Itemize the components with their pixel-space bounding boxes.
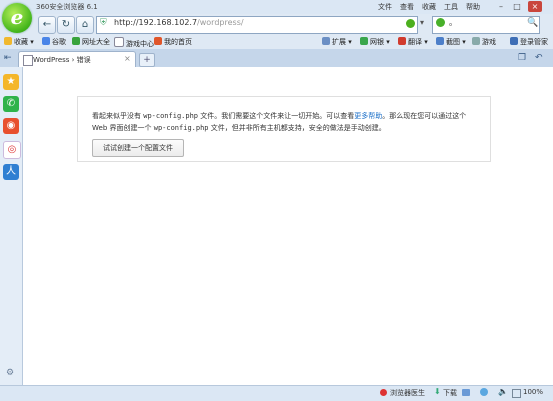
- google-icon: [42, 37, 50, 45]
- scissors-icon: [436, 37, 444, 45]
- bookmark-label: 网址大全: [82, 38, 110, 46]
- shield-icon: ⛨: [100, 18, 107, 28]
- network-icon[interactable]: [480, 388, 488, 396]
- toolbar-translate[interactable]: 翻译 ▾: [398, 37, 428, 47]
- minimize-button[interactable]: –: [494, 1, 508, 12]
- doctor-icon: [380, 389, 387, 396]
- browser-doctor[interactable]: 浏览器医生: [390, 388, 425, 398]
- toolbar-game[interactable]: 游戏: [472, 37, 496, 47]
- search-engine-icon[interactable]: [436, 18, 445, 27]
- bookmark-label: 我的首页: [164, 38, 192, 46]
- home-page-icon: [154, 37, 162, 45]
- page-icon: [114, 37, 124, 47]
- menu-tools[interactable]: 工具: [444, 2, 458, 12]
- new-tab-button[interactable]: +: [139, 53, 155, 67]
- create-config-button[interactable]: 试试创建一个配置文件: [92, 139, 184, 157]
- close-button[interactable]: ×: [528, 1, 542, 12]
- address-dropdown-icon[interactable]: ▾: [420, 18, 424, 27]
- search-icon[interactable]: 🔍: [527, 18, 538, 28]
- toolbar-label: 扩展: [332, 38, 346, 46]
- refresh-button[interactable]: ↻: [57, 16, 75, 34]
- menu-help[interactable]: 帮助: [466, 2, 480, 12]
- home-button[interactable]: ⌂: [76, 16, 94, 34]
- back-button[interactable]: ←: [38, 16, 56, 34]
- bookmark-label: 谷歌: [52, 38, 66, 46]
- maximize-button[interactable]: □: [510, 1, 524, 12]
- fit-icon[interactable]: [512, 389, 521, 398]
- bookmark-hao123[interactable]: 网址大全: [72, 37, 110, 47]
- bookmark-label: 收藏: [14, 38, 28, 46]
- undo-close-icon[interactable]: ↶: [535, 53, 543, 63]
- favorites-star-icon[interactable]: ★: [3, 74, 19, 90]
- window-title: 360安全浏览器 6.1: [36, 3, 98, 11]
- bookmark-home[interactable]: 我的首页: [154, 37, 192, 47]
- search-value: 。: [449, 18, 457, 27]
- target-icon[interactable]: ◎: [3, 141, 21, 159]
- bookmark-label: 游戏中心: [126, 40, 154, 48]
- message-text: 看起来似乎没有: [92, 112, 141, 120]
- sidebar-toggle-icon[interactable]: ⇤: [4, 53, 12, 63]
- weibo-icon[interactable]: ◉: [3, 118, 19, 134]
- settings-icon[interactable]: ⚙: [6, 368, 14, 378]
- message-text: 文件。我们需要这个文件来让一切开始。可以查看: [200, 112, 355, 120]
- address-host: http://192.168.102.7: [114, 18, 198, 27]
- translate-icon: [398, 37, 406, 45]
- page-icon: [23, 55, 33, 66]
- toolbar-label: 翻译: [408, 38, 422, 46]
- toolbar-screenshot[interactable]: 截图 ▾: [436, 37, 466, 47]
- toolbar-label: 截图: [446, 38, 460, 46]
- download-icon: ⬇: [434, 387, 441, 396]
- address-url[interactable]: http://192.168.102.7/wordpress/: [114, 18, 244, 27]
- grid-icon: [322, 37, 330, 45]
- message-text: 文件，但并非所有主机都支持，安全的做法是手动创建。: [210, 124, 386, 132]
- site-icon: [72, 37, 80, 45]
- menu-favorites[interactable]: 收藏: [422, 2, 436, 12]
- bookmark-favorites[interactable]: 收藏 ▾: [4, 37, 34, 47]
- person-icon[interactable]: 人: [3, 164, 19, 180]
- restore-tab-icon[interactable]: ❐: [518, 53, 526, 63]
- close-tab-icon[interactable]: ×: [124, 54, 131, 63]
- toolbar-extensions[interactable]: 扩展 ▾: [322, 37, 352, 47]
- tab-label: WordPress › 错误: [33, 56, 91, 64]
- status-bar: [0, 385, 553, 401]
- zoom-level[interactable]: 100%: [523, 388, 543, 396]
- speed-mode-icon[interactable]: [406, 19, 415, 28]
- star-icon: [4, 37, 12, 45]
- bank-icon: [360, 37, 368, 45]
- key-icon: [510, 37, 518, 45]
- toolbar-label: 游戏: [482, 38, 496, 46]
- error-message: 看起来似乎没有 wp-config.php 文件。我们需要这个文件来让一切开始。…: [92, 110, 477, 134]
- toolbar-bank[interactable]: 网银 ▾: [360, 37, 390, 47]
- window-icon[interactable]: [462, 389, 470, 396]
- toolbar-login[interactable]: 登录管家: [510, 37, 548, 47]
- bookmark-games[interactable]: 游戏中心: [114, 37, 154, 49]
- download-button[interactable]: 下载: [443, 388, 457, 398]
- config-filename: wp-config.php: [153, 124, 209, 132]
- toolbar-label: 登录管家: [520, 38, 548, 46]
- address-path: /wordpress/: [197, 18, 244, 27]
- sidebar: [0, 67, 23, 385]
- menu-view[interactable]: 查看: [400, 2, 414, 12]
- toolbar-label: 网银: [370, 38, 384, 46]
- gamepad-icon: [472, 37, 480, 45]
- help-link[interactable]: 更多帮助: [354, 112, 382, 120]
- volume-icon[interactable]: 🔈: [498, 387, 508, 396]
- browser-logo-icon: e: [2, 3, 32, 33]
- config-filename: wp-config.php: [143, 112, 199, 120]
- phone-icon[interactable]: ✆: [3, 96, 19, 112]
- menu-file[interactable]: 文件: [378, 2, 392, 12]
- bookmark-google[interactable]: 谷歌: [42, 37, 66, 47]
